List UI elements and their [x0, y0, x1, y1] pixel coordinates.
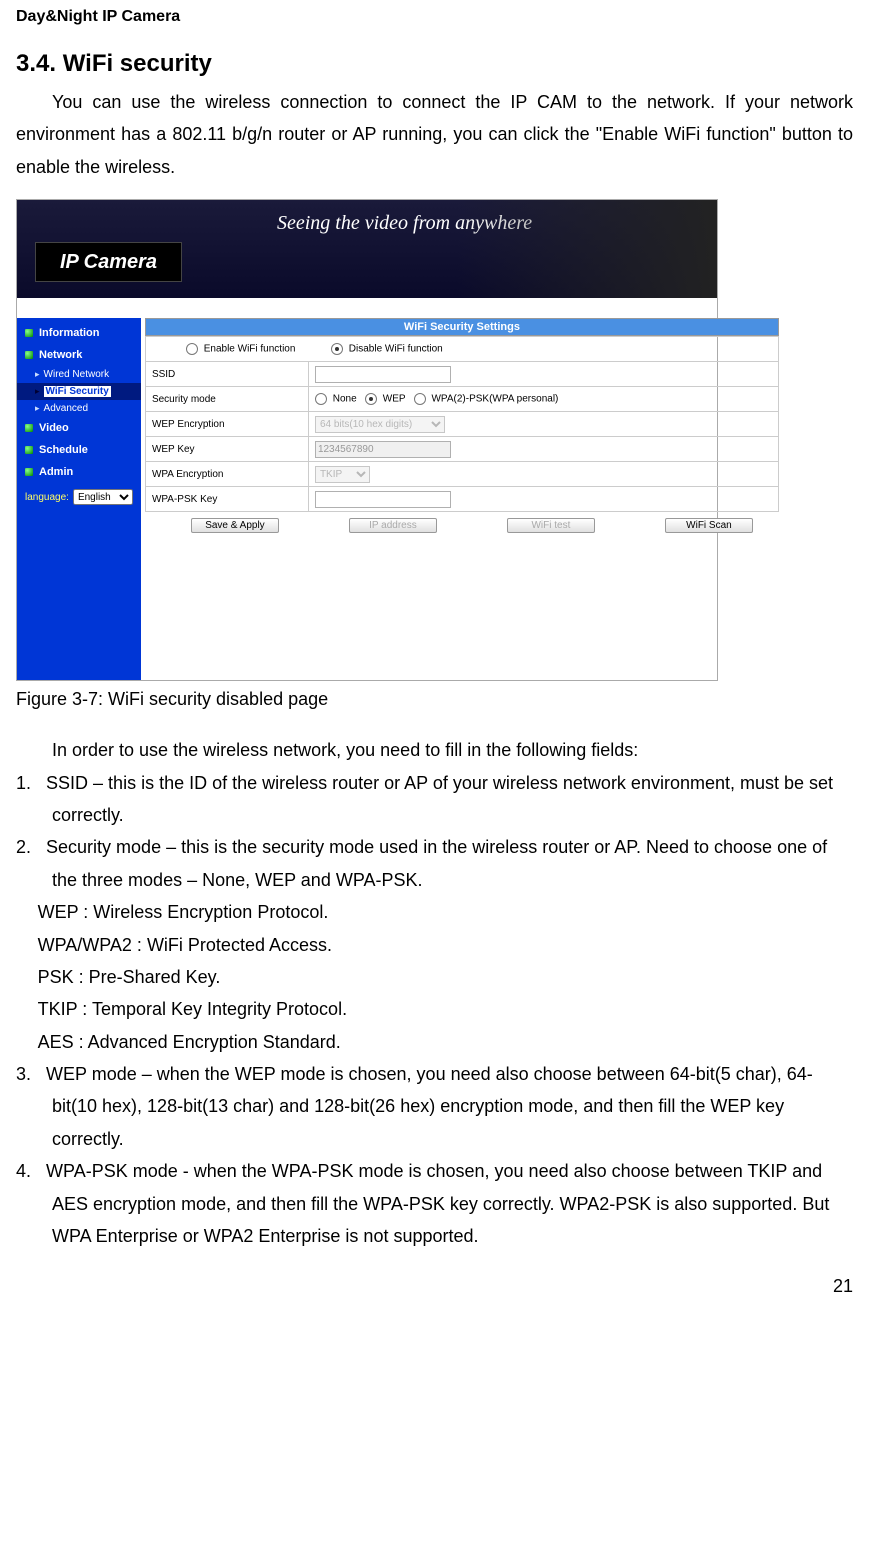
follow-text: In order to use the wireless network, yo…	[16, 734, 853, 766]
sidebar: Information Network ▸ Wired Network ▸ Wi…	[17, 318, 141, 680]
banner-divider	[17, 298, 717, 318]
nav-label: Network	[39, 349, 82, 361]
bullet-icon	[25, 446, 33, 454]
wifi-test-button: WiFi test	[507, 518, 595, 533]
banner: IP Camera Seeing the video from anywhere	[17, 200, 717, 298]
wpa-enc-label: WPA Encryption	[145, 462, 308, 487]
disable-radio[interactable]	[331, 343, 343, 355]
nav-label: Schedule	[39, 444, 88, 456]
language-label: language:	[25, 492, 69, 503]
wep-key-label: WEP Key	[145, 437, 308, 462]
item-number: 1.	[16, 773, 31, 793]
secmode-wpa-label: WPA(2)-PSK(WPA personal)	[431, 394, 558, 405]
sidebar-item-admin[interactable]: Admin	[17, 461, 141, 483]
ssid-input[interactable]	[315, 366, 451, 383]
list-item-2: 2. Security mode – this is the security …	[16, 831, 853, 896]
item-text: WPA-PSK mode - when the WPA-PSK mode is …	[46, 1161, 829, 1246]
sub-tkip: TKIP : Temporal Key Integrity Protocol.	[38, 993, 853, 1025]
enable-label: Enable WiFi function	[204, 344, 296, 355]
form-table: Enable WiFi function Disable WiFi functi…	[145, 336, 779, 512]
button-row: Save & Apply IP address WiFi test WiFi S…	[141, 512, 783, 539]
wep-enc-select: 64 bits(10 hex digits)	[315, 416, 445, 433]
ip-address-button: IP address	[349, 518, 437, 533]
arrow-icon: ▸	[35, 403, 40, 414]
nav-label: Information	[39, 327, 100, 339]
item-text: Security mode – this is the security mod…	[46, 837, 827, 889]
disable-label: Disable WiFi function	[349, 344, 443, 355]
secmode-wep-radio[interactable]	[365, 393, 377, 405]
doc-header: Day&Night IP Camera	[16, 8, 853, 26]
content-panel: WiFi Security Settings Enable WiFi funct…	[141, 318, 783, 680]
wifi-scan-button[interactable]: WiFi Scan	[665, 518, 753, 533]
save-button[interactable]: Save & Apply	[191, 518, 279, 533]
item-number: 2.	[16, 837, 31, 857]
language-selector-row: language: English	[17, 483, 141, 511]
wpa-psk-input[interactable]	[315, 491, 451, 508]
bullet-icon	[25, 468, 33, 476]
secmode-wpa-radio[interactable]	[414, 393, 426, 405]
form-title: WiFi Security Settings	[145, 318, 779, 336]
nav-label: Admin	[39, 466, 73, 478]
intro-paragraph: You can use the wireless connection to c…	[16, 86, 853, 183]
list-item-4: 4. WPA-PSK mode - when the WPA-PSK mode …	[16, 1155, 853, 1252]
sidebar-item-advanced[interactable]: ▸ Advanced	[17, 400, 141, 417]
section-heading: 3.4. WiFi security	[16, 50, 853, 78]
arrow-icon: ▸	[35, 386, 40, 397]
nav-label: Advanced	[44, 403, 88, 414]
wep-enc-label: WEP Encryption	[145, 412, 308, 437]
wifi-security-screenshot: IP Camera Seeing the video from anywhere…	[16, 199, 718, 681]
sidebar-item-network[interactable]: Network	[17, 344, 141, 366]
sub-wep: WEP : Wireless Encryption Protocol.	[38, 896, 853, 928]
bullet-icon	[25, 424, 33, 432]
secmode-label: Security mode	[145, 387, 308, 412]
sidebar-item-wired[interactable]: ▸ Wired Network	[17, 366, 141, 383]
sidebar-item-schedule[interactable]: Schedule	[17, 439, 141, 461]
list-item-3: 3. WEP mode – when the WEP mode is chose…	[16, 1058, 853, 1155]
nav-label: WiFi Security	[44, 386, 111, 397]
sub-psk: PSK : Pre-Shared Key.	[38, 961, 853, 993]
section-number: 3.4.	[16, 50, 56, 77]
wpa-enc-select: TKIP	[315, 466, 370, 483]
secmode-none-radio[interactable]	[315, 393, 327, 405]
sidebar-item-wifi[interactable]: ▸ WiFi Security	[17, 383, 141, 400]
sidebar-item-information[interactable]: Information	[17, 322, 141, 344]
banner-right-fade	[457, 200, 717, 298]
item-number: 3.	[16, 1064, 31, 1084]
sub-wpa: WPA/WPA2 : WiFi Protected Access.	[38, 929, 853, 961]
wep-key-input	[315, 441, 451, 458]
nav-label: Video	[39, 422, 69, 434]
page-number: 21	[16, 1276, 853, 1297]
item-text: SSID – this is the ID of the wireless ro…	[46, 773, 833, 825]
item-number: 4.	[16, 1161, 31, 1181]
logo: IP Camera	[35, 242, 182, 282]
secmode-none-label: None	[333, 394, 357, 405]
bullet-icon	[25, 329, 33, 337]
figure-caption: Figure 3-7: WiFi security disabled page	[16, 689, 853, 710]
section-title: WiFi security	[63, 50, 212, 77]
enable-radio[interactable]	[186, 343, 198, 355]
wpa-psk-label: WPA-PSK Key	[145, 487, 308, 512]
ssid-label: SSID	[145, 362, 308, 387]
secmode-wep-label: WEP	[383, 394, 406, 405]
sidebar-item-video[interactable]: Video	[17, 417, 141, 439]
bullet-icon	[25, 351, 33, 359]
language-select[interactable]: English	[73, 489, 133, 505]
arrow-icon: ▸	[35, 369, 40, 380]
sub-aes: AES : Advanced Encryption Standard.	[38, 1026, 853, 1058]
list-item-1: 1. SSID – this is the ID of the wireless…	[16, 767, 853, 832]
nav-label: Wired Network	[44, 369, 110, 380]
item-text: WEP mode – when the WEP mode is chosen, …	[46, 1064, 813, 1149]
